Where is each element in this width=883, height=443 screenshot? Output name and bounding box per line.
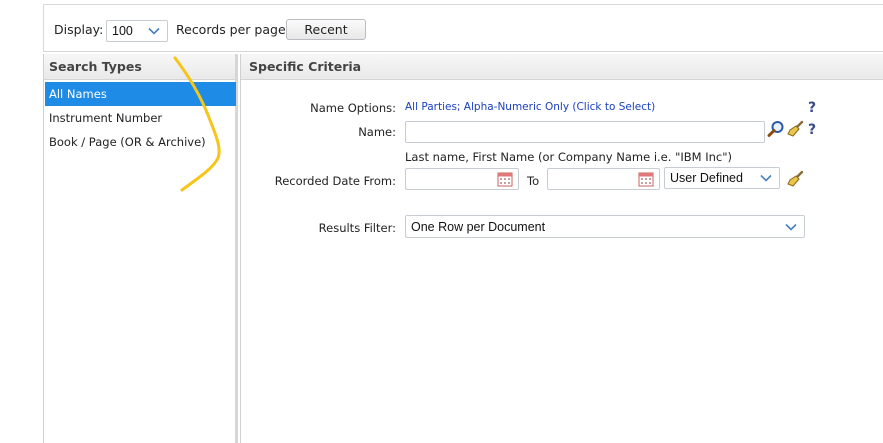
annotation-bracket-stroke: [173, 56, 221, 192]
